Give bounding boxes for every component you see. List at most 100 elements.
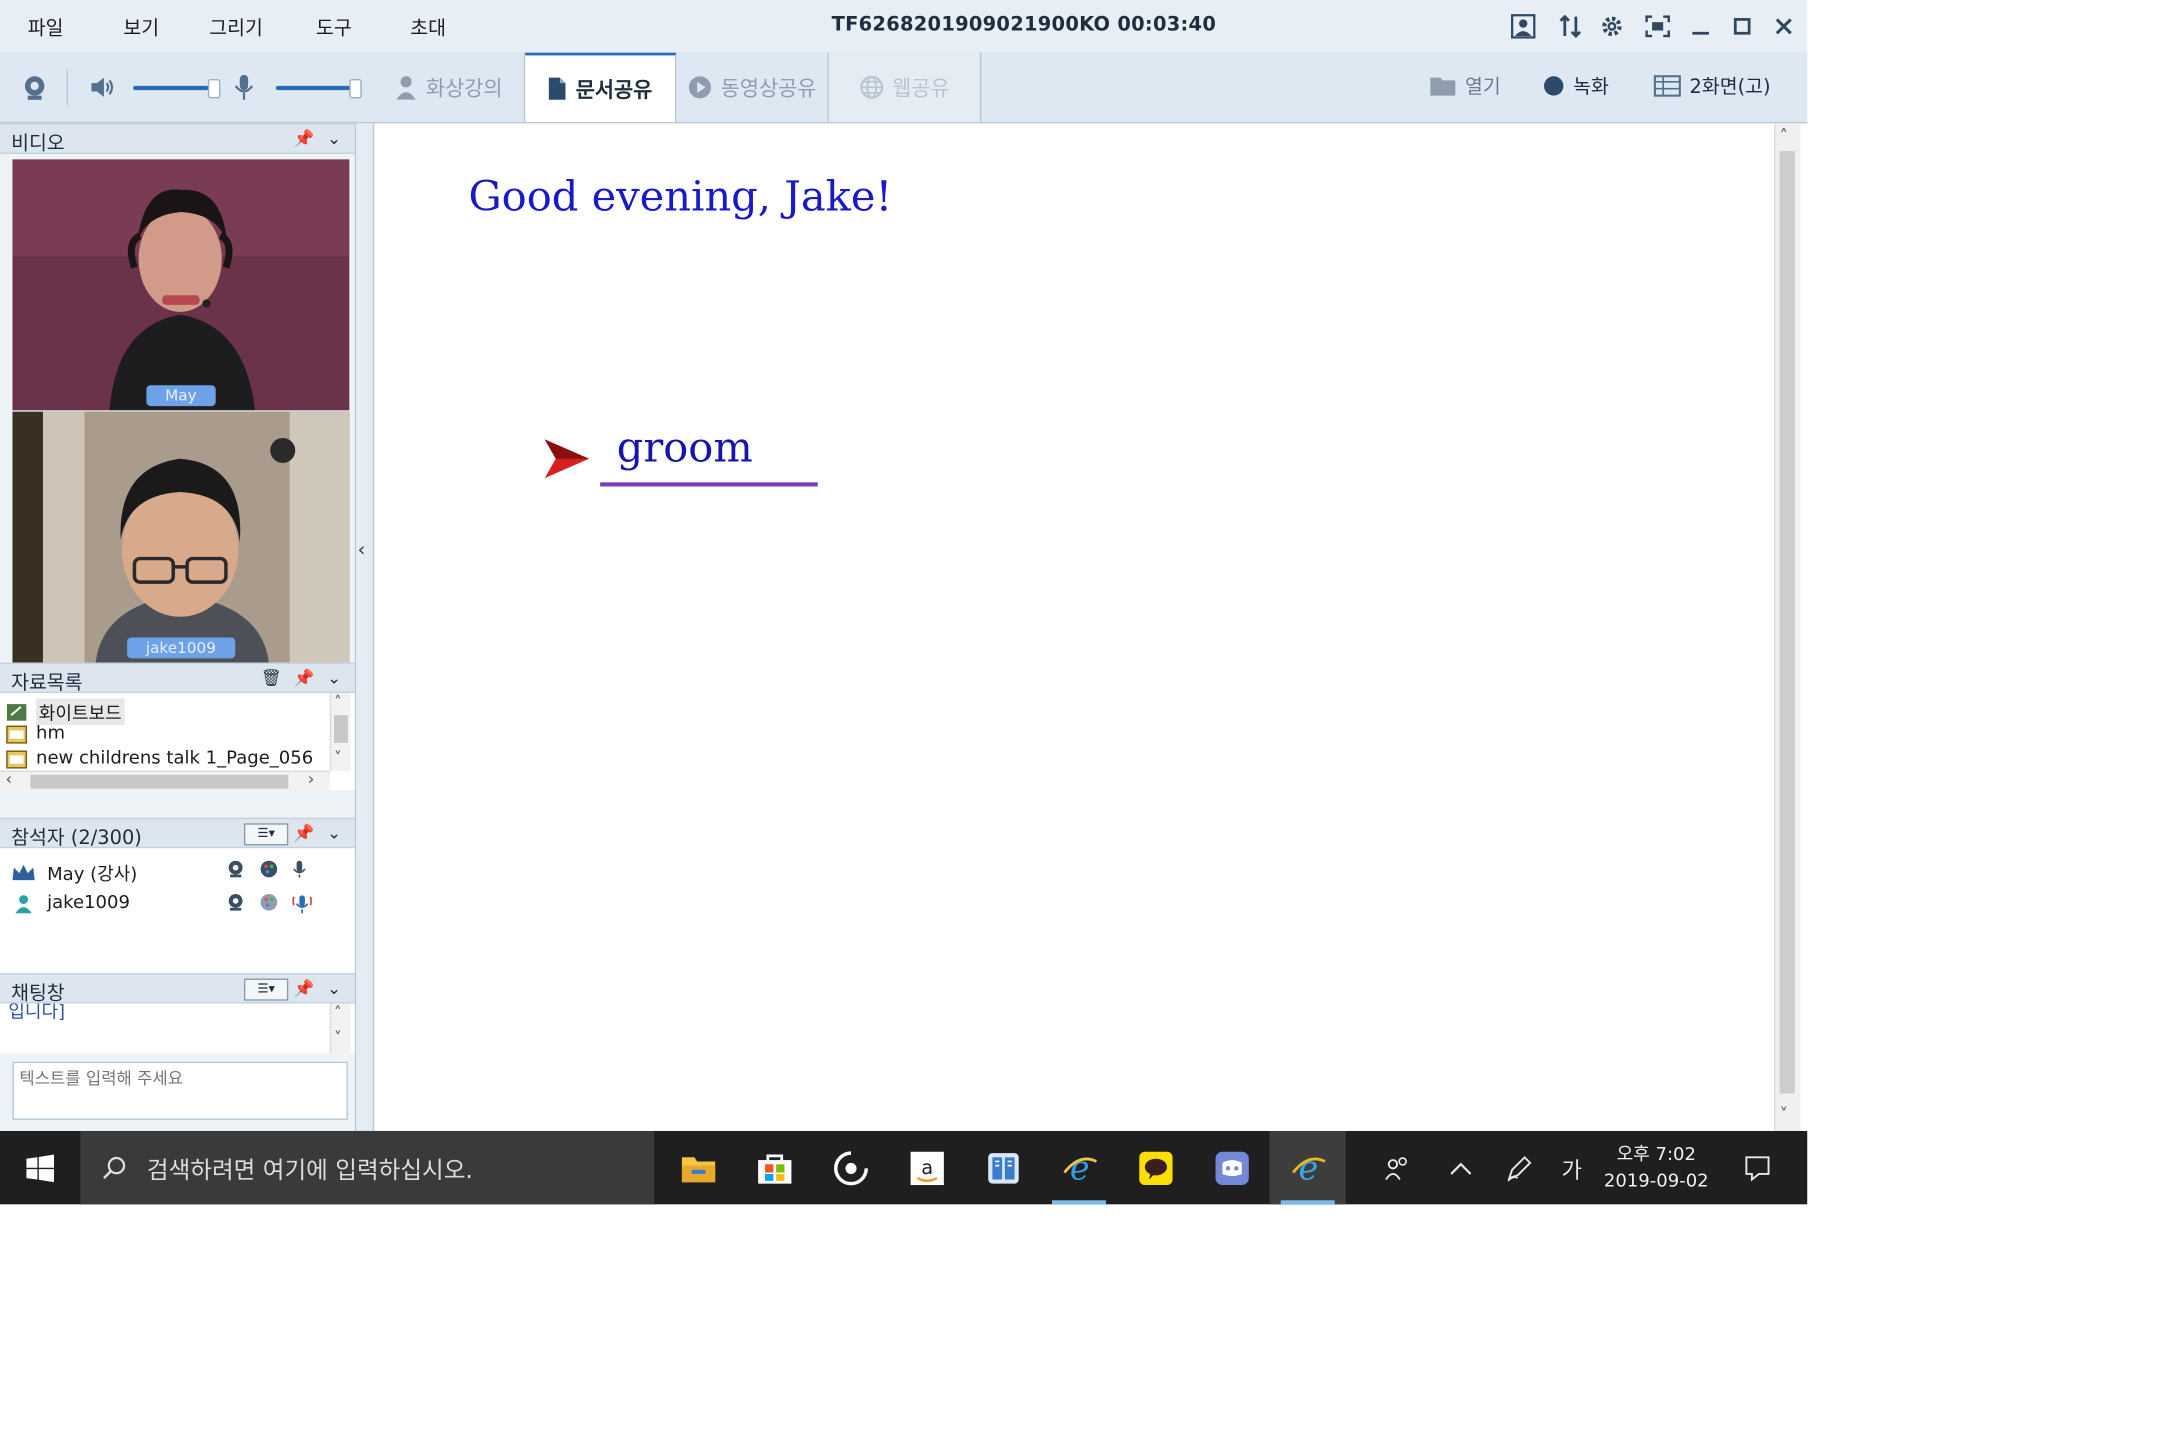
pin-icon[interactable]: 📌 xyxy=(294,668,315,687)
pen-icon[interactable] xyxy=(1494,1131,1544,1204)
video-panel-title: 비디오 xyxy=(11,133,65,156)
chat-bubble-icon xyxy=(1138,1151,1172,1185)
menu-file[interactable]: 파일 xyxy=(28,14,64,42)
sort-arrows-icon[interactable] xyxy=(1555,11,1585,41)
material-name: new childrens talk 1_Page_056 xyxy=(36,748,314,770)
scroll-up-icon[interactable]: ˄ xyxy=(1780,126,1788,145)
video-feed-student[interactable]: jake1009 xyxy=(12,411,350,663)
globe-icon xyxy=(860,75,883,99)
participant-row-student[interactable]: jake1009 xyxy=(11,893,130,913)
materials-vertical-scrollbar[interactable]: ˄ ˅ xyxy=(329,693,351,771)
fullscreen-icon[interactable] xyxy=(1642,11,1672,41)
maximize-icon[interactable] xyxy=(1727,11,1757,41)
list-options-icon[interactable]: ☰▾ xyxy=(243,823,289,846)
windows-logo-icon xyxy=(26,1153,55,1182)
video-name-tag: May xyxy=(145,385,217,407)
minimize-icon[interactable] xyxy=(1685,11,1715,41)
chat-vertical-scrollbar[interactable]: ˄ ˅ xyxy=(329,1003,351,1054)
video-feed-teacher[interactable]: May xyxy=(12,159,350,411)
tab-label: 웹공유 xyxy=(892,75,950,101)
layout-button[interactable]: 2화면(고) xyxy=(1653,72,1771,100)
list-item[interactable]: hm xyxy=(6,723,65,744)
discord-icon xyxy=(1214,1151,1249,1185)
classroom-app-taskbar[interactable]: e xyxy=(1269,1130,1346,1205)
scroll-right-icon[interactable]: › xyxy=(308,769,315,788)
profile-icon[interactable] xyxy=(1508,11,1538,41)
webcam-icon[interactable] xyxy=(19,72,49,102)
sidebar-collapse-handle[interactable]: ‹ xyxy=(356,123,375,1131)
media-player-app[interactable] xyxy=(812,1131,888,1204)
internet-explorer-app[interactable]: e xyxy=(1041,1131,1117,1205)
settings-gear-icon[interactable] xyxy=(1597,11,1627,41)
taskbar-clock[interactable]: 오후 7:02 2019-09-02 xyxy=(1594,1142,1719,1195)
open-label: 열기 xyxy=(1465,76,1501,99)
document-vertical-scrollbar[interactable]: ˄ ˅ xyxy=(1774,123,1801,1131)
chevron-down-icon[interactable]: ⌄ xyxy=(327,129,341,148)
scroll-left-icon[interactable]: ‹ xyxy=(6,769,13,788)
pin-icon[interactable]: 📌 xyxy=(294,979,315,998)
materials-horizontal-scrollbar[interactable]: ‹ › xyxy=(0,769,330,792)
chevron-down-icon[interactable]: ⌄ xyxy=(327,979,341,998)
speaker-volume-slider[interactable] xyxy=(133,85,211,91)
pin-icon[interactable]: 📌 xyxy=(294,129,315,148)
chevron-down-icon[interactable]: ⌄ xyxy=(327,823,341,842)
scroll-down-icon[interactable]: ˅ xyxy=(334,748,342,766)
scroll-thumb[interactable] xyxy=(334,715,348,743)
discord-app[interactable] xyxy=(1193,1131,1269,1204)
menu-view[interactable]: 보기 xyxy=(123,14,159,42)
speaker-volume-knob[interactable] xyxy=(207,79,221,99)
action-center-icon[interactable] xyxy=(1730,1131,1785,1204)
shared-document-canvas[interactable]: Good evening, Jake! groom xyxy=(374,123,1775,1131)
speaker-icon[interactable] xyxy=(87,72,117,102)
mic-volume-slider[interactable] xyxy=(275,85,351,91)
microsoft-store-app[interactable] xyxy=(736,1131,812,1204)
taskbar-search-box[interactable]: 검색하려면 여기에 입력하십시오. xyxy=(80,1130,655,1205)
tab-video-share[interactable]: 동영상공유 xyxy=(676,52,829,122)
search-placeholder: 검색하려면 여기에 입력하십시오. xyxy=(146,1157,473,1186)
folder-icon xyxy=(1430,77,1456,96)
record-button[interactable]: 녹화 xyxy=(1543,72,1609,100)
menu-draw[interactable]: 그리기 xyxy=(209,14,263,42)
microphone-icon[interactable] xyxy=(229,72,259,102)
scroll-up-icon[interactable]: ˄ xyxy=(334,693,342,711)
webcam-icon xyxy=(228,860,243,878)
scroll-down-icon[interactable]: ˅ xyxy=(1780,1105,1788,1124)
chat-input-area xyxy=(0,1053,355,1131)
menu-invite[interactable]: 초대 xyxy=(410,14,446,42)
tab-document-share[interactable]: 문서공유 xyxy=(525,52,677,122)
scroll-down-icon[interactable]: ˅ xyxy=(334,1028,342,1046)
tab-label: 문서공유 xyxy=(575,76,653,102)
running-indicator xyxy=(1280,1200,1335,1205)
tab-video-lecture[interactable]: 화상강의 xyxy=(374,52,526,122)
scroll-up-icon[interactable]: ˄ xyxy=(334,1003,342,1021)
vocabulary-underline xyxy=(600,482,818,487)
list-options-icon[interactable]: ☰▾ xyxy=(243,978,289,1001)
close-icon[interactable] xyxy=(1769,11,1799,41)
scroll-thumb[interactable] xyxy=(30,774,289,789)
materials-panel-header: 자료목록 🗑 📌 ⌄ xyxy=(0,662,355,694)
participant-row-teacher[interactable]: May (강사) xyxy=(11,859,137,886)
list-item[interactable]: 화이트보드 xyxy=(6,698,125,725)
scroll-thumb[interactable] xyxy=(1779,151,1795,1094)
show-hidden-icons-chevron-up-icon[interactable] xyxy=(1436,1131,1486,1204)
document-vocabulary-word: groom xyxy=(616,424,753,473)
tab-web-share[interactable]: 웹공유 xyxy=(828,52,982,122)
kakaotalk-app[interactable] xyxy=(1117,1131,1193,1204)
chevron-left-icon[interactable]: ‹ xyxy=(358,539,366,561)
document-viewer-app[interactable] xyxy=(965,1131,1041,1204)
menu-tools[interactable]: 도구 xyxy=(316,14,352,42)
amazon-icon: a xyxy=(909,1151,944,1185)
file-explorer-app[interactable] xyxy=(660,1131,736,1204)
mic-volume-knob[interactable] xyxy=(349,79,362,99)
ime-language-indicator[interactable]: 가 xyxy=(1550,1131,1594,1204)
open-button[interactable]: 열기 xyxy=(1429,72,1501,100)
sidebar: 비디오 📌 ⌄ May jake1009 자료목록 🗑 📌 ⌄ 화이트보드 hm… xyxy=(0,123,357,1131)
pin-icon[interactable]: 📌 xyxy=(294,823,315,842)
list-item[interactable]: new childrens talk 1_Page_056 xyxy=(6,748,325,769)
start-button[interactable] xyxy=(0,1131,80,1204)
amazon-app[interactable]: a xyxy=(888,1131,964,1204)
chevron-down-icon[interactable]: ⌄ xyxy=(327,668,341,687)
people-icon[interactable] xyxy=(1372,1131,1422,1204)
chat-input[interactable] xyxy=(12,1061,348,1120)
trash-icon[interactable]: 🗑 xyxy=(261,668,282,687)
